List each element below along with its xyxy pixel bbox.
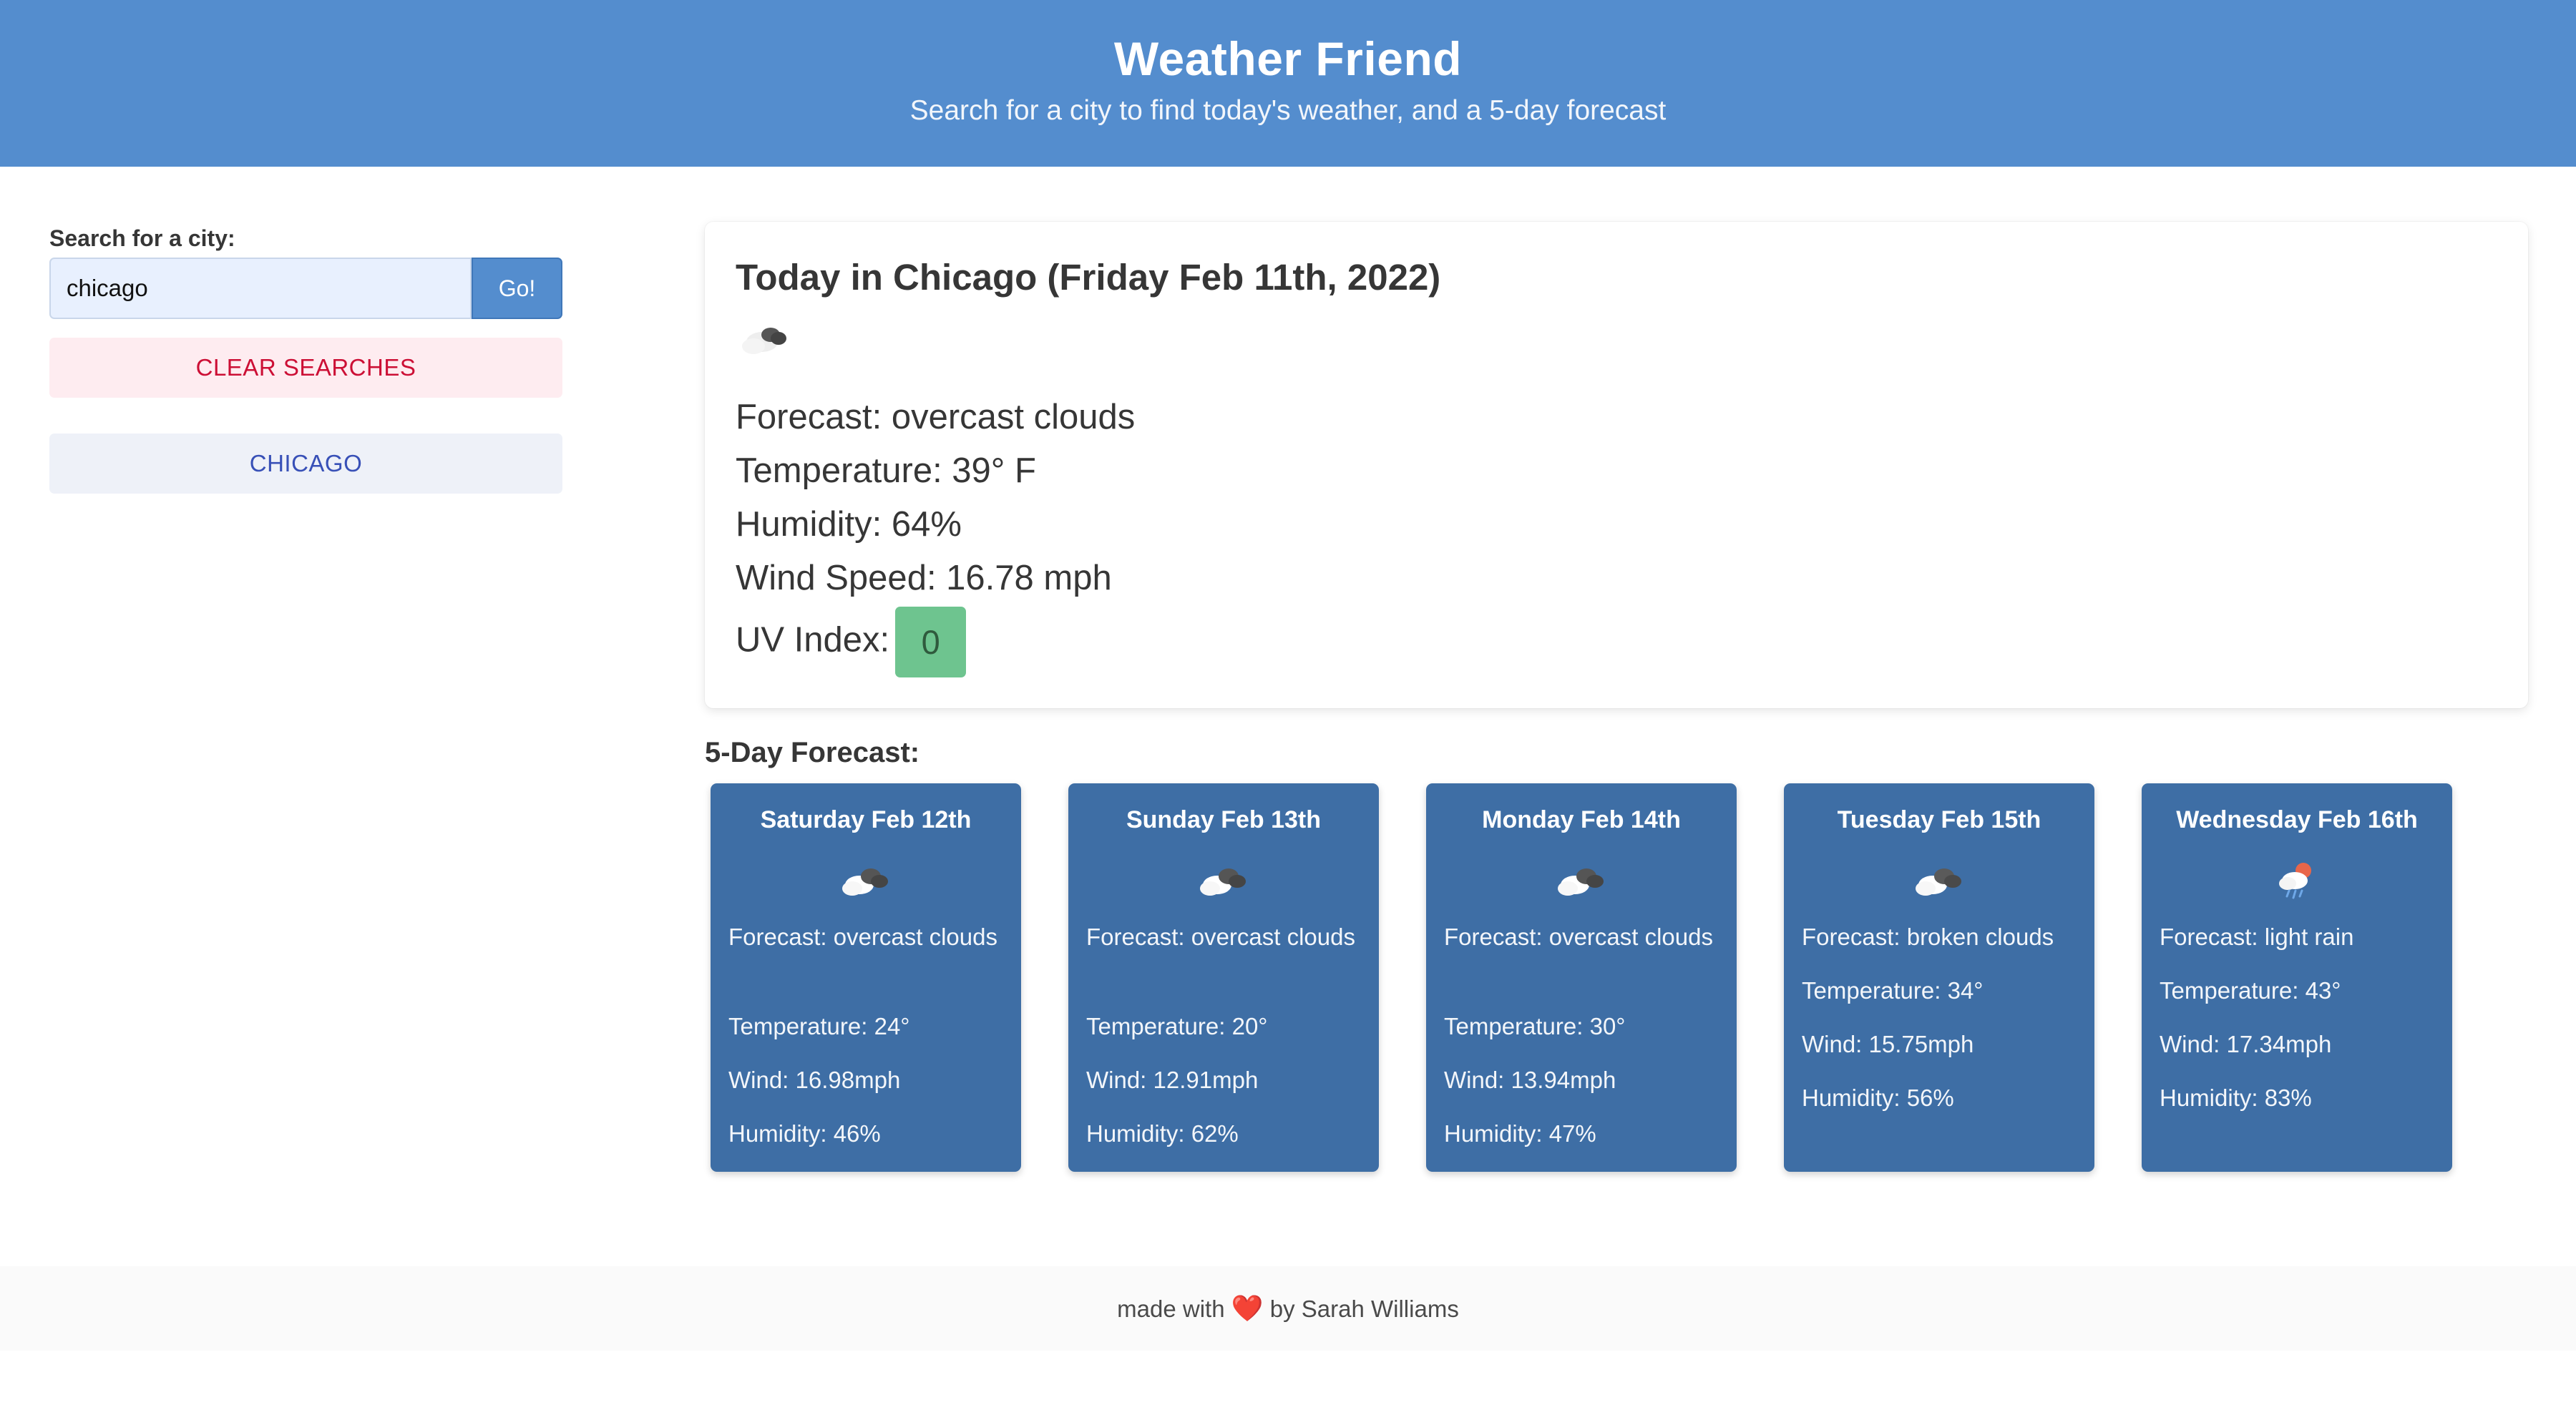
city-search-input[interactable]: [49, 258, 472, 319]
forecast-wind: Wind: 15.75mph: [1802, 1031, 1974, 1057]
broken-clouds-icon: [1916, 868, 1961, 896]
uv-index-badge: 0: [895, 607, 967, 677]
forecast-temperature: Temperature: 34°: [1802, 977, 1984, 1004]
forecast-humidity: Humidity: 46%: [728, 1120, 881, 1147]
forecast-heading: 5-Day Forecast:: [705, 737, 920, 768]
forecast-day: Monday Feb 14th: [1482, 806, 1681, 833]
today-weather-card: Today in Chicago (Friday Feb 11th, 2022)…: [705, 222, 2528, 708]
today-uv-row: UV Index: 0: [736, 607, 967, 677]
heart-icon: ❤️: [1231, 1293, 1264, 1323]
forecast-wind: Wind: 17.34mph: [2160, 1031, 2332, 1057]
forecast-humidity: Humidity: 83%: [2160, 1085, 2312, 1111]
search-history-item-chicago[interactable]: CHICAGO: [49, 434, 562, 494]
app-title: Weather Friend: [1113, 32, 1463, 85]
today-humidity: Humidity: 64%: [736, 505, 962, 544]
today-forecast: Forecast: overcast clouds: [736, 398, 1136, 436]
forecast-description: Forecast: overcast clouds: [728, 924, 997, 950]
forecast-card: Saturday Feb 12th Forecast: overcast clo…: [711, 783, 1021, 1172]
today-temperature: Temperature: 39° F: [736, 451, 1036, 490]
overcast-clouds-icon: [842, 868, 888, 896]
footer-author: by Sarah Williams: [1269, 1296, 1459, 1322]
overcast-clouds-icon: [1200, 868, 1246, 896]
forecast-description: Forecast: overcast clouds: [1086, 924, 1355, 950]
forecast-day: Tuesday Feb 15th: [1837, 806, 2041, 833]
forecast-card: Monday Feb 14th Forecast: overcast cloud…: [1426, 783, 1737, 1172]
clear-searches-button[interactable]: CLEAR SEARCHES: [49, 338, 562, 398]
overcast-clouds-icon: [1558, 868, 1604, 896]
search-sidebar: Search for a city: Go! CLEAR SEARCHES CH…: [49, 222, 562, 494]
forecast-card: Tuesday Feb 15th Forecast: broken clouds…: [1784, 783, 2094, 1172]
today-title: Today in Chicago (Friday Feb 11th, 2022): [736, 257, 1441, 298]
go-button[interactable]: Go!: [472, 258, 562, 319]
forecast-temperature: Temperature: 24°: [728, 1013, 910, 1039]
forecast-temperature: Temperature: 30°: [1444, 1013, 1626, 1039]
page-footer: made with ❤️ by Sarah Williams: [0, 1266, 2576, 1351]
forecast-wind: Wind: 16.98mph: [728, 1067, 901, 1093]
forecast-description: Forecast: light rain: [2160, 924, 2354, 950]
forecast-description: Forecast: overcast clouds: [1444, 924, 1713, 950]
forecast-card: Wednesday Feb 16th Forecast: light rain …: [2142, 783, 2452, 1172]
forecast-temperature: Temperature: 20°: [1086, 1013, 1268, 1039]
search-label: Search for a city:: [49, 225, 235, 251]
uv-index-label: UV Index:: [736, 620, 890, 660]
forecast-day: Sunday Feb 13th: [1126, 806, 1322, 833]
forecast-wind: Wind: 13.94mph: [1444, 1067, 1616, 1093]
page-header: Weather Friend Search for a city to find…: [0, 0, 2576, 167]
forecast-humidity: Humidity: 62%: [1086, 1120, 1239, 1147]
app-subtitle: Search for a city to find today's weathe…: [909, 95, 1667, 126]
forecast-humidity: Humidity: 47%: [1444, 1120, 1596, 1147]
footer-credit: made with ❤️ by Sarah Williams: [0, 1293, 2576, 1323]
overcast-clouds-icon: [742, 328, 786, 354]
forecast-day: Wednesday Feb 16th: [2176, 806, 2418, 833]
footer-prefix: made with: [1117, 1296, 1225, 1322]
forecast-card: Sunday Feb 13th Forecast: overcast cloud…: [1068, 783, 1379, 1172]
search-form: Go!: [49, 258, 562, 319]
forecast-humidity: Humidity: 56%: [1802, 1085, 1954, 1111]
forecast-description: Forecast: broken clouds: [1802, 924, 2054, 950]
forecast-wind: Wind: 12.91mph: [1086, 1067, 1259, 1093]
light-rain-icon: [2279, 863, 2311, 899]
today-wind-speed: Wind Speed: 16.78 mph: [736, 559, 1112, 597]
forecast-temperature: Temperature: 43°: [2160, 977, 2341, 1004]
forecast-day: Saturday Feb 12th: [760, 806, 972, 833]
